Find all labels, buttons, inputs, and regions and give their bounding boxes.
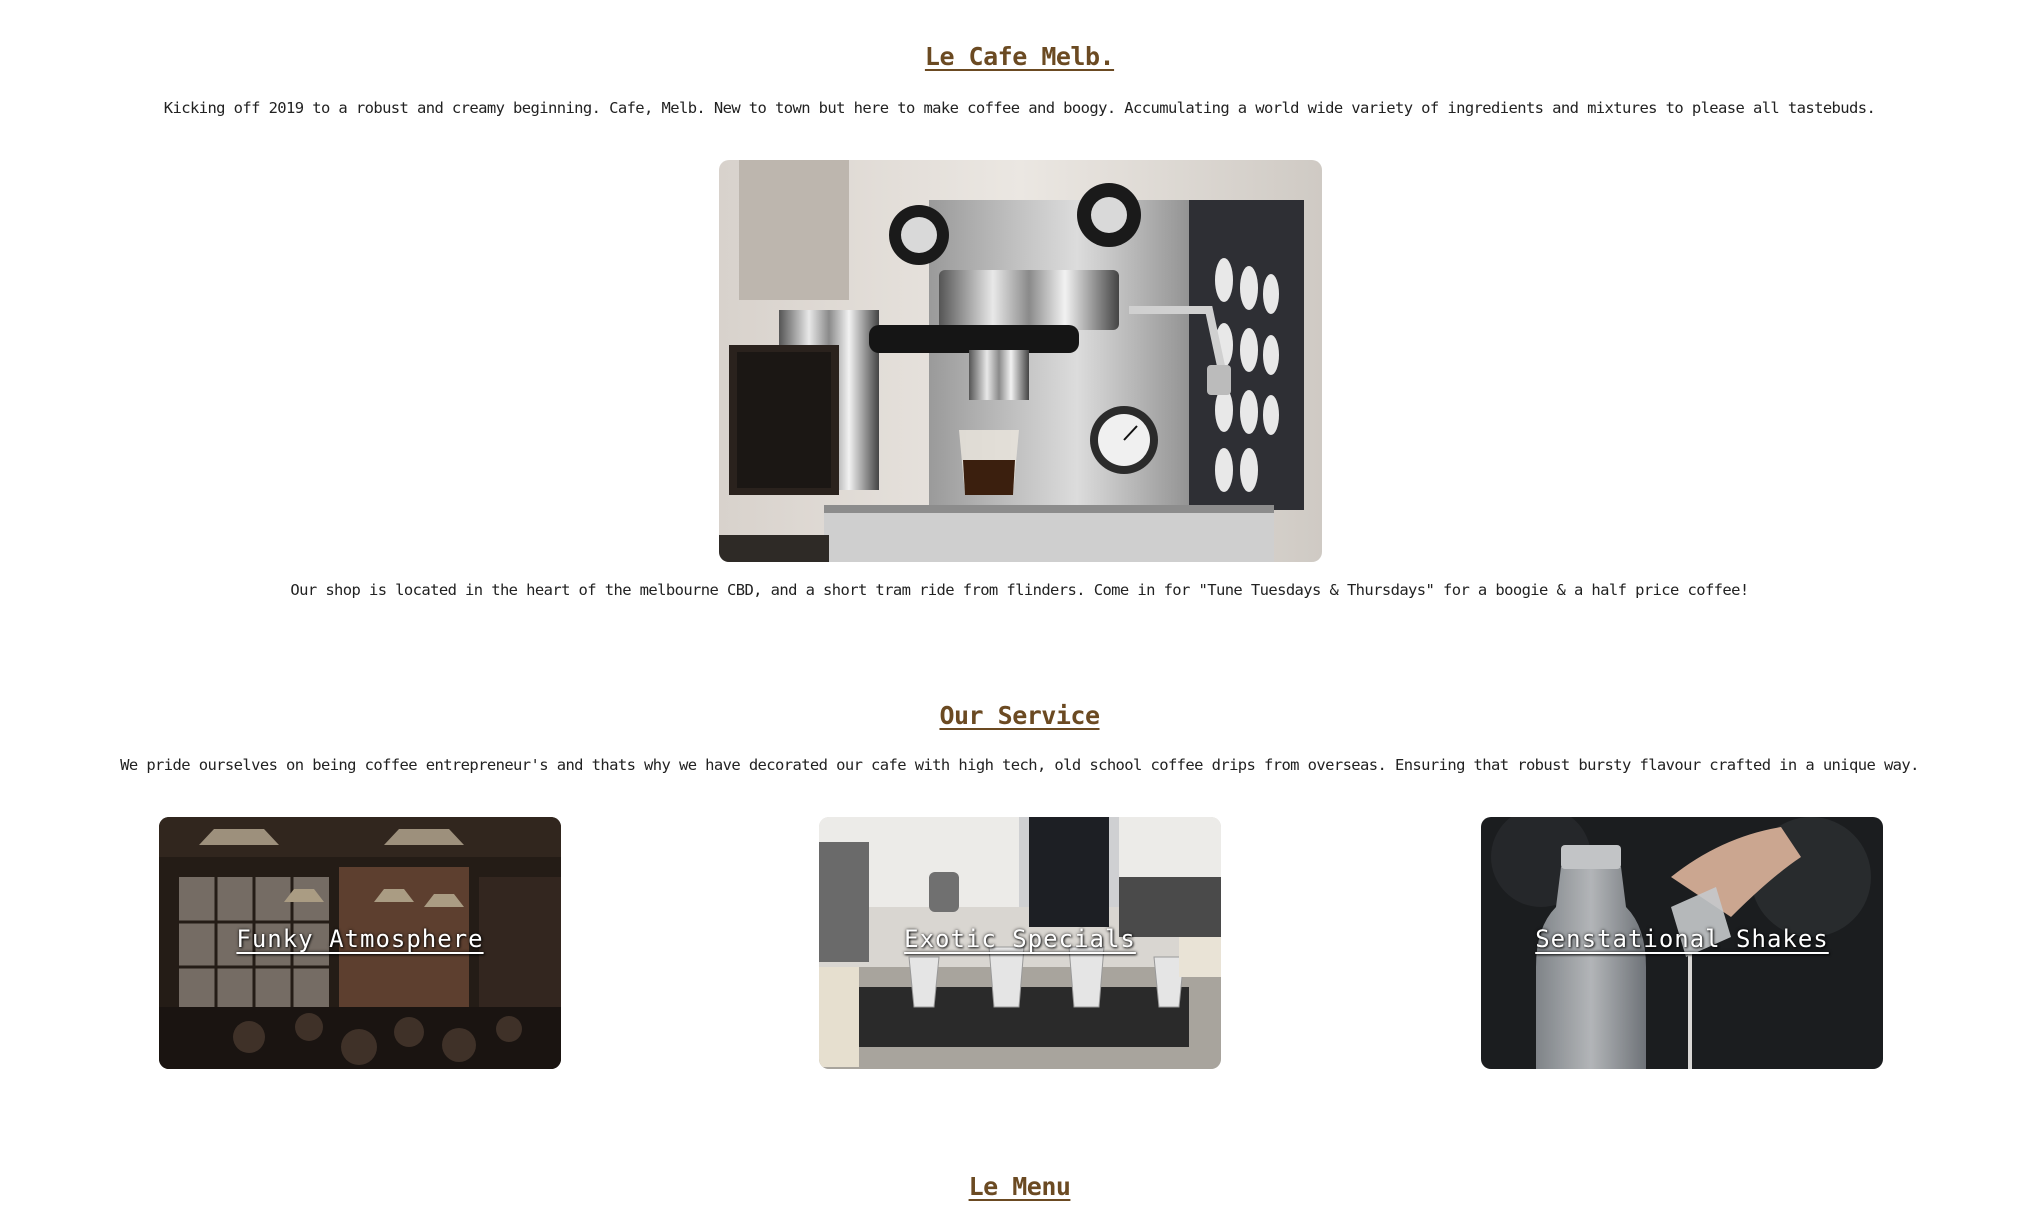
card-label-shakes[interactable]: Senstational Shakes (1481, 925, 1883, 953)
service-description: We pride ourselves on being coffee entre… (120, 756, 1919, 774)
service-card-specials[interactable]: Exotic Specials (819, 817, 1221, 1069)
menu-title: Le Menu (968, 1172, 1071, 1201)
location-text: Our shop is located in the heart of the … (290, 581, 1749, 599)
service-title: Our Service (939, 701, 1100, 730)
page: Le Cafe Melb. Kicking off 2019 to a robu… (0, 0, 2039, 1216)
card-label-atmosphere[interactable]: Funky Atmosphere (159, 925, 561, 953)
card-label-specials[interactable]: Exotic Specials (819, 925, 1221, 953)
service-card-atmosphere[interactable]: Funky Atmosphere (159, 817, 561, 1069)
intro-description: Kicking off 2019 to a robust and creamy … (163, 99, 1876, 117)
espresso-machine-image (719, 160, 1322, 562)
service-card-shakes[interactable]: Senstational Shakes (1481, 817, 1883, 1069)
site-title: Le Cafe Melb. (924, 42, 1115, 71)
